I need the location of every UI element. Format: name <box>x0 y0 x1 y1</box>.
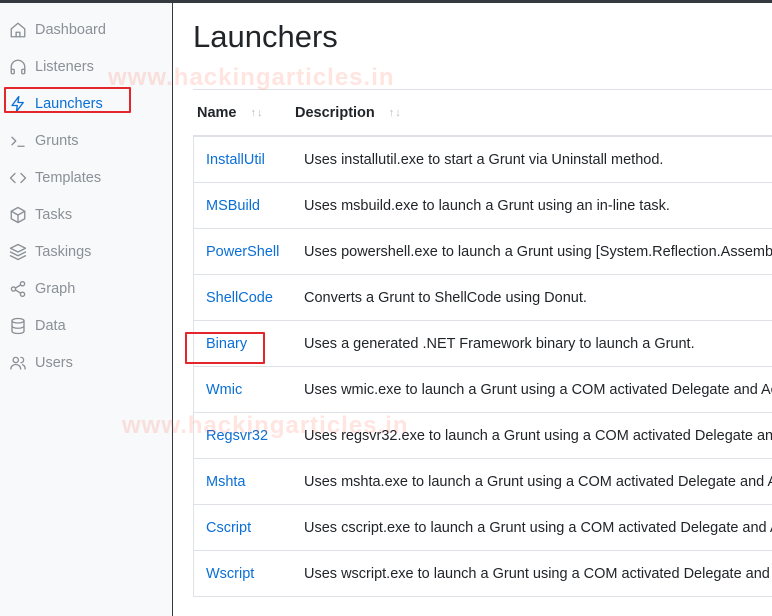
sidebar-item-label: Data <box>35 317 66 334</box>
home-icon <box>9 21 27 39</box>
launchers-highlight-box <box>4 87 131 113</box>
code-icon <box>9 169 27 187</box>
table-row: Mshta Uses mshta.exe to launch a Grunt u… <box>193 459 772 505</box>
table-row: Binary Uses a generated .NET Framework b… <box>193 321 772 367</box>
table-row: Wscript Uses wscript.exe to launch a Gru… <box>193 551 772 597</box>
sidebar-item-label: Dashboard <box>35 21 106 38</box>
layers-icon <box>9 243 27 261</box>
table-row: MSBuild Uses msbuild.exe to launch a Gru… <box>193 183 772 229</box>
sidebar-item-label: Taskings <box>35 243 92 260</box>
launcher-description: Converts a Grunt to ShellCode using Donu… <box>304 289 587 306</box>
table-row: Cscript Uses cscript.exe to launch a Gru… <box>193 505 772 551</box>
launcher-description: Uses installutil.exe to start a Grunt vi… <box>304 151 664 168</box>
launcher-description: Uses msbuild.exe to launch a Grunt using… <box>304 197 670 214</box>
sidebar-item-users[interactable]: Users <box>0 344 172 381</box>
launcher-link-mshta[interactable]: Mshta <box>206 459 246 504</box>
column-header-name[interactable]: Name ↑↓ <box>197 90 264 136</box>
sidebar-item-dashboard[interactable]: Dashboard <box>0 11 172 48</box>
database-icon <box>9 317 27 335</box>
table-row: InstallUtil Uses installutil.exe to star… <box>193 137 772 183</box>
box-icon <box>9 206 27 224</box>
table-row: Wmic Uses wmic.exe to launch a Grunt usi… <box>193 367 772 413</box>
launcher-description: Uses regsvr32.exe to launch a Grunt usin… <box>304 427 772 444</box>
binary-highlight-box <box>185 332 265 364</box>
page-title: Launchers <box>193 19 338 54</box>
sidebar-item-graph[interactable]: Graph <box>0 270 172 307</box>
sort-icon[interactable]: ↑↓ <box>389 107 402 119</box>
sort-icon[interactable]: ↑↓ <box>251 107 264 119</box>
sidebar-item-label: Tasks <box>35 206 73 223</box>
sidebar-item-tasks[interactable]: Tasks <box>0 196 172 233</box>
launcher-description: Uses mshta.exe to launch a Grunt using a… <box>304 473 772 490</box>
launchers-table: Name ↑↓ Description ↑↓ InstallUtil Uses … <box>193 89 772 597</box>
launcher-link-cscript[interactable]: Cscript <box>206 505 251 550</box>
launcher-link-wmic[interactable]: Wmic <box>206 367 242 412</box>
launcher-link-regsvr32[interactable]: Regsvr32 <box>206 413 268 458</box>
launcher-description: Uses cscript.exe to launch a Grunt using… <box>304 519 772 536</box>
terminal-icon <box>9 132 27 150</box>
main-content: Launchers Name ↑↓ Description ↑↓ Install… <box>173 3 772 616</box>
sidebar-item-label: Users <box>35 354 73 371</box>
sidebar-item-label: Graph <box>35 280 76 297</box>
sidebar-item-grunts[interactable]: Grunts <box>0 122 172 159</box>
launcher-description: Uses a generated .NET Framework binary t… <box>304 335 695 352</box>
launcher-description: Uses wscript.exe to launch a Grunt using… <box>304 565 772 582</box>
sidebar-item-label: Templates <box>35 169 102 186</box>
share-icon <box>9 280 27 298</box>
launcher-link-wscript[interactable]: Wscript <box>206 551 254 596</box>
table-row: ShellCode Converts a Grunt to ShellCode … <box>193 275 772 321</box>
sidebar-item-label: Listeners <box>35 58 94 75</box>
sidebar-item-label: Grunts <box>35 132 79 149</box>
table-header: Name ↑↓ Description ↑↓ <box>193 89 772 137</box>
launcher-link-shellcode[interactable]: ShellCode <box>206 275 273 320</box>
users-icon <box>9 354 27 372</box>
headphones-icon <box>9 58 27 76</box>
launcher-description: Uses wmic.exe to launch a Grunt using a … <box>304 381 772 398</box>
sidebar-item-templates[interactable]: Templates <box>0 159 172 196</box>
launcher-link-msbuild[interactable]: MSBuild <box>206 183 260 228</box>
table-row: PowerShell Uses powershell.exe to launch… <box>193 229 772 275</box>
sidebar-item-taskings[interactable]: Taskings <box>0 233 172 270</box>
column-header-description[interactable]: Description ↑↓ <box>295 90 402 136</box>
sidebar-item-data[interactable]: Data <box>0 307 172 344</box>
launcher-link-powershell[interactable]: PowerShell <box>206 229 279 274</box>
launcher-link-installutil[interactable]: InstallUtil <box>206 137 265 182</box>
table-row: Regsvr32 Uses regsvr32.exe to launch a G… <box>193 413 772 459</box>
launcher-description: Uses powershell.exe to launch a Grunt us… <box>304 243 772 260</box>
sidebar-item-listeners[interactable]: Listeners <box>0 48 172 85</box>
